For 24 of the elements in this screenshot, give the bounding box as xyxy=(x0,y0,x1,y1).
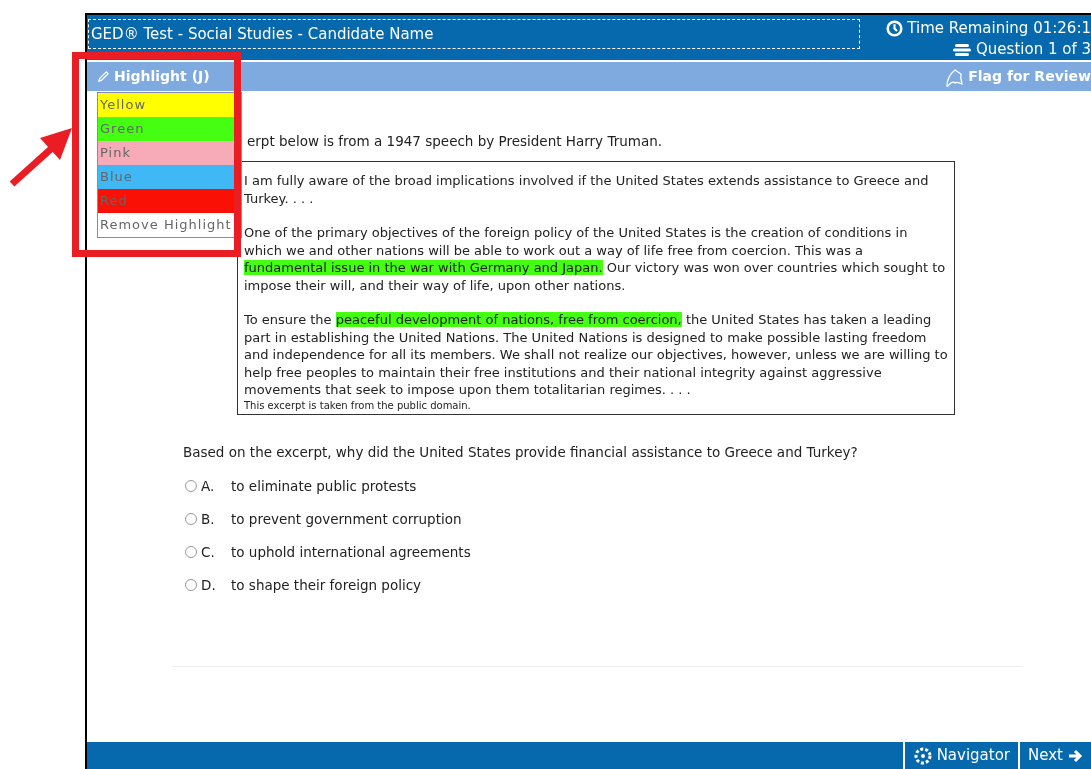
answer-option[interactable]: D. to shape their foreign policy xyxy=(185,576,471,594)
next-button[interactable]: Next xyxy=(1018,742,1091,769)
passage-paragraph: I am fully aware of the broad implications involved if the United States extends assistance to Greece and Turkey. . . . xyxy=(244,172,930,207)
radio-button[interactable] xyxy=(185,513,197,525)
radio-button[interactable] xyxy=(185,546,197,558)
radio-button[interactable] xyxy=(185,579,197,591)
window-title: GED® Test - Social Studies - Candidate Name xyxy=(88,19,860,49)
answer-option[interactable]: A. to eliminate public protests xyxy=(185,477,471,495)
passage-paragraph: One of the primary objectives of the foreign policy of the United States is the creation of conditions in which we and other nations will be able to work out a way of life free from coercion. This was a fundamental issue in the war with Germany and Japan. Our victory was won over countries which sought to impose their will, and their way of life, upon other nations. xyxy=(244,224,947,294)
navigator-icon xyxy=(912,745,933,766)
radio-button[interactable] xyxy=(185,480,197,492)
passage-paragraph: To ensure the peaceful development of nations, free from coercion, the United States has taken a leading part in establishing the United Nations. The United Nations is designed to make possible lasting freedom and independence for all its members. We shall not realize our objectives, however, unless we are willing to help free peoples to maintain their free institutions and their national integrity against aggressive movements that seek to impose upon them totalitarian regimes. . . . xyxy=(244,311,948,399)
clock-icon xyxy=(886,20,904,37)
arrow-right-icon xyxy=(1067,747,1083,764)
time-remaining: Time Remaining 01:26:1 xyxy=(907,18,1091,39)
answer-option[interactable]: B. to prevent government corruption xyxy=(185,510,471,528)
source-note: This excerpt is taken from the public domain. xyxy=(244,399,472,412)
intro-text: erpt below is from a 1947 speech by President Harry Truman. xyxy=(247,132,663,151)
pencil-icon xyxy=(97,70,110,83)
question-counter: Question 1 of 3 xyxy=(976,39,1091,60)
question-text: Based on the excerpt, why did the United States provide financial assistance to Greece and Turkey? xyxy=(183,443,858,462)
list-icon xyxy=(952,42,973,57)
answer-option[interactable]: C. to uphold international agreements xyxy=(185,543,471,561)
navigator-button[interactable]: Navigator xyxy=(902,742,1019,769)
